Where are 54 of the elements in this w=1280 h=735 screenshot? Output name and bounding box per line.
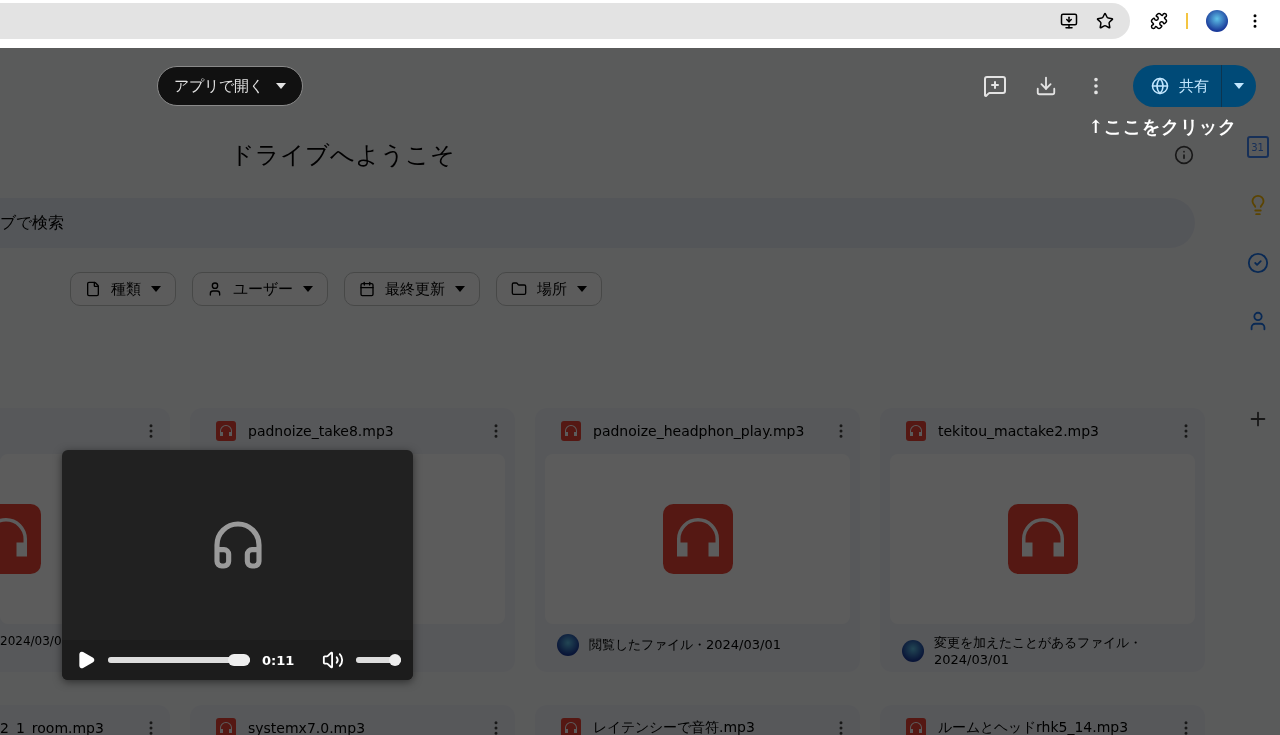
caret-icon: [1234, 83, 1244, 89]
open-with-button[interactable]: アプリで開く: [157, 66, 303, 106]
audio-file-icon: [216, 718, 236, 735]
file-name: systemx7.0.mp3: [248, 720, 367, 735]
install-icon[interactable]: [1060, 12, 1078, 30]
volume-thumb[interactable]: [389, 654, 402, 666]
filter-chip[interactable]: 最終更新: [344, 272, 480, 306]
volume-icon[interactable]: [322, 649, 345, 671]
file-name: padnoize_take8.mp3: [248, 423, 395, 439]
file-activity: 変更を加えたことがあるファイル・2024/03/01: [934, 634, 1143, 667]
file-activity: 閲覧したファイル・2024/03/01: [589, 636, 781, 654]
caret-icon: [276, 83, 286, 89]
globe-icon: [1151, 77, 1169, 95]
extensions-icon[interactable]: [1150, 12, 1168, 30]
welcome-title: ドライブへようこそ: [230, 140, 455, 171]
caret-icon: [151, 286, 161, 292]
filter-chip[interactable]: 種類: [70, 272, 176, 306]
bookmark-star-icon[interactable]: [1096, 12, 1114, 30]
file-name: ルームとヘッドrhk5_14.mp3: [938, 719, 1130, 735]
audio-file-icon: [216, 421, 236, 441]
play-icon[interactable]: [76, 650, 96, 670]
info-icon[interactable]: [1174, 145, 1194, 165]
file-name: レイテンシーで音符.mp3: [593, 719, 756, 735]
volume-slider[interactable]: [356, 657, 402, 663]
caret-icon: [455, 286, 465, 292]
audio-file-icon: [1007, 504, 1078, 574]
file-icon: [85, 281, 101, 297]
calendar-icon: [359, 281, 375, 297]
progress-slider[interactable]: [108, 657, 250, 663]
audio-file-icon: [561, 718, 581, 735]
add-comment-icon[interactable]: [983, 74, 1007, 98]
avatar: [902, 639, 924, 662]
caret-icon: [303, 286, 313, 292]
filter-chip[interactable]: 場所: [496, 272, 602, 306]
avatar: [557, 634, 579, 656]
file-name: tekitou_mactake2.mp3: [938, 423, 1101, 439]
download-icon[interactable]: [1035, 75, 1057, 97]
caret-icon: [577, 286, 587, 292]
file-name: padnoize_headphon_play.mp3: [593, 423, 806, 439]
time-display: 0:11: [262, 652, 295, 668]
calendar-app-icon[interactable]: 31: [1246, 136, 1269, 158]
profile-avatar[interactable]: [1206, 10, 1228, 32]
audio-file-icon: [561, 421, 581, 441]
progress-thumb[interactable]: [228, 654, 250, 666]
person-icon: [207, 281, 223, 297]
audio-file-icon: [906, 421, 926, 441]
filter-chip[interactable]: ユーザー: [192, 272, 328, 306]
search-field[interactable]: ブで検索: [0, 198, 1195, 248]
audio-file-icon: [906, 718, 926, 735]
annotation-text: ↑ここをクリック: [1087, 115, 1237, 139]
file-activity: 2024/03/0: [0, 634, 62, 648]
tasks-icon[interactable]: [1246, 252, 1269, 274]
folder-icon: [511, 281, 527, 297]
audio-file-icon: [662, 504, 733, 574]
